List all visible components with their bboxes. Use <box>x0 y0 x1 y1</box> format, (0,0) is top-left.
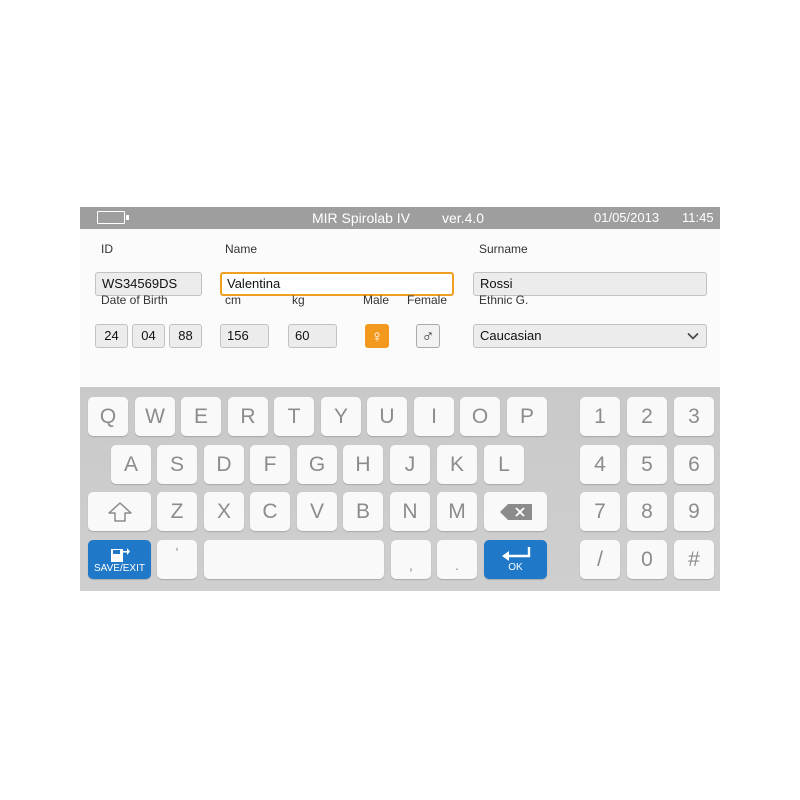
key-h[interactable]: H <box>343 445 383 484</box>
key-9[interactable]: 9 <box>674 492 714 531</box>
period-key[interactable]: . <box>437 540 477 579</box>
apostrophe-key[interactable]: ‘ <box>157 540 197 579</box>
key-r[interactable]: R <box>228 397 268 436</box>
male-label: Male <box>363 293 390 307</box>
device-screen: MIR Spirolab IV ver.4.0 01/05/2013 11:45… <box>80 207 720 591</box>
save-exit-label: SAVE/EXIT <box>94 563 145 574</box>
battery-icon <box>97 211 129 224</box>
comma-key[interactable]: , <box>391 540 431 579</box>
key-6[interactable]: 6 <box>674 445 714 484</box>
dob-month-field[interactable]: 04 <box>132 324 165 348</box>
female-label: Female <box>407 293 448 307</box>
key-k[interactable]: K <box>437 445 477 484</box>
status-bar: MIR Spirolab IV ver.4.0 01/05/2013 11:45 <box>80 207 720 229</box>
name-label: Name <box>225 242 258 256</box>
key-e[interactable]: E <box>181 397 221 436</box>
key-n[interactable]: N <box>390 492 430 531</box>
save-exit-button[interactable]: SAVE/EXIT <box>88 540 151 579</box>
id-label: ID <box>101 242 113 256</box>
key-8[interactable]: 8 <box>627 492 667 531</box>
female-symbol-icon: ♀ <box>370 326 384 346</box>
male-symbol-icon: ♂ <box>421 326 435 346</box>
key-q[interactable]: Q <box>88 397 128 436</box>
key-b[interactable]: B <box>343 492 383 531</box>
space-bar[interactable] <box>204 540 384 579</box>
key-j[interactable]: J <box>390 445 430 484</box>
status-date: 01/05/2013 <box>594 210 660 225</box>
key-z[interactable]: Z <box>157 492 197 531</box>
key-p[interactable]: P <box>507 397 547 436</box>
key-l[interactable]: L <box>484 445 524 484</box>
ethnic-label: Ethnic G. <box>479 293 529 307</box>
key-y[interactable]: Y <box>321 397 361 436</box>
weight-field[interactable]: 60 <box>288 324 337 348</box>
backspace-icon <box>499 503 532 520</box>
dob-label: Date of Birth <box>101 293 168 307</box>
key-slash[interactable]: / <box>580 540 620 579</box>
key-u[interactable]: U <box>367 397 407 436</box>
key-x[interactable]: X <box>204 492 244 531</box>
ethnic-value: Caucasian <box>480 328 542 343</box>
key-c[interactable]: C <box>250 492 290 531</box>
app-title: MIR Spirolab IV <box>312 210 411 226</box>
shift-key[interactable] <box>88 492 151 531</box>
key-s[interactable]: S <box>157 445 197 484</box>
height-field[interactable]: 156 <box>220 324 269 348</box>
key-o[interactable]: O <box>460 397 500 436</box>
ethnic-select[interactable]: Caucasian <box>473 324 707 348</box>
surname-label: Surname <box>479 242 528 256</box>
key-hash[interactable]: # <box>674 540 714 579</box>
key-i[interactable]: I <box>414 397 454 436</box>
key-0[interactable]: 0 <box>627 540 667 579</box>
on-screen-keyboard: Q W E R T Y U I O P A S D F G H J K L Z … <box>80 387 720 591</box>
key-f[interactable]: F <box>250 445 290 484</box>
status-time: 11:45 <box>682 210 714 225</box>
key-t[interactable]: T <box>274 397 314 436</box>
female-toggle[interactable]: ♂ <box>416 324 440 348</box>
key-a[interactable]: A <box>111 445 151 484</box>
patient-form: ID WS34569DS Name Valentina Surname Ross… <box>80 229 720 387</box>
key-7[interactable]: 7 <box>580 492 620 531</box>
key-v[interactable]: V <box>297 492 337 531</box>
backspace-key[interactable] <box>484 492 547 531</box>
chevron-down-icon <box>687 332 699 340</box>
key-w[interactable]: W <box>135 397 175 436</box>
enter-icon <box>501 547 530 561</box>
weight-label: kg <box>292 293 305 307</box>
height-label: cm <box>225 293 241 307</box>
ok-label: OK <box>508 562 523 573</box>
key-m[interactable]: M <box>437 492 477 531</box>
ok-button[interactable]: OK <box>484 540 547 579</box>
key-4[interactable]: 4 <box>580 445 620 484</box>
male-toggle[interactable]: ♀ <box>365 324 389 348</box>
key-2[interactable]: 2 <box>627 397 667 436</box>
dob-year-field[interactable]: 88 <box>169 324 202 348</box>
key-d[interactable]: D <box>204 445 244 484</box>
dob-day-field[interactable]: 24 <box>95 324 128 348</box>
key-5[interactable]: 5 <box>627 445 667 484</box>
save-exit-icon <box>110 548 130 562</box>
app-version: ver.4.0 <box>442 210 485 226</box>
key-1[interactable]: 1 <box>580 397 620 436</box>
key-3[interactable]: 3 <box>674 397 714 436</box>
shift-arrow-icon <box>107 501 132 522</box>
key-g[interactable]: G <box>297 445 337 484</box>
